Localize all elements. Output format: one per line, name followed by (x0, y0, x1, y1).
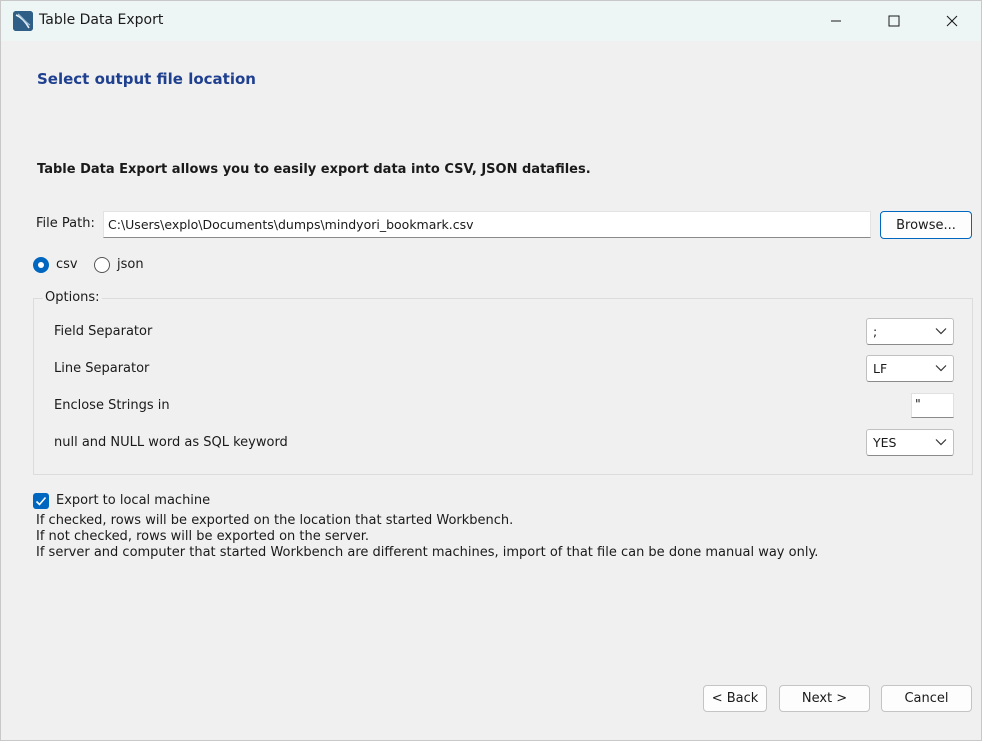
line-separator-label: Line Separator (54, 361, 150, 376)
file-path-label: File Path: (36, 216, 95, 231)
table-data-export-window: Table Data Export Select output file loc… (0, 0, 982, 741)
field-separator-value: ; (873, 324, 878, 339)
field-separator-select[interactable]: ; (866, 318, 954, 345)
export-info-line-2: If not checked, rows will be exported on… (36, 529, 369, 544)
json-radio-label[interactable]: json (117, 257, 144, 272)
minimize-icon (831, 20, 841, 22)
line-separator-value: LF (873, 361, 888, 376)
options-legend: Options: (43, 290, 102, 305)
export-local-checkbox[interactable] (33, 493, 49, 509)
export-info-line-1: If checked, rows will be exported on the… (36, 513, 514, 528)
export-local-label[interactable]: Export to local machine (56, 493, 210, 508)
csv-radio[interactable] (33, 257, 49, 273)
null-keyword-label: null and NULL word as SQL keyword (54, 435, 288, 450)
chevron-down-icon (935, 328, 947, 335)
file-path-input[interactable]: C:\Users\explo\Documents\dumps\mindyori_… (103, 211, 871, 238)
minimize-button[interactable] (807, 1, 865, 41)
wizard-header: Select output file location (1, 41, 981, 146)
maximize-icon (888, 15, 900, 27)
next-button[interactable]: Next > (779, 685, 870, 712)
close-button[interactable] (923, 1, 981, 41)
page-title: Select output file location (37, 70, 256, 88)
null-keyword-select[interactable]: YES (866, 429, 954, 456)
enclose-strings-label: Enclose Strings in (54, 398, 170, 413)
title-bar: Table Data Export (1, 1, 981, 41)
checkmark-icon (35, 496, 47, 506)
page-description: Table Data Export allows you to easily e… (37, 162, 591, 177)
browse-button[interactable]: Browse... (880, 211, 972, 239)
window-title: Table Data Export (39, 12, 164, 28)
enclose-strings-input[interactable]: " (911, 393, 954, 418)
line-separator-select[interactable]: LF (866, 355, 954, 382)
cancel-button[interactable]: Cancel (881, 685, 972, 712)
maximize-button[interactable] (865, 1, 923, 41)
csv-radio-label[interactable]: csv (56, 257, 78, 272)
chevron-down-icon (935, 365, 947, 372)
back-button[interactable]: < Back (703, 685, 767, 712)
null-keyword-value: YES (873, 435, 897, 450)
export-info-line-3: If server and computer that started Work… (36, 545, 819, 560)
close-icon (946, 15, 958, 27)
json-radio[interactable] (94, 257, 110, 273)
mysql-workbench-app-icon (13, 11, 33, 31)
field-separator-label: Field Separator (54, 324, 153, 339)
chevron-down-icon (935, 439, 947, 446)
